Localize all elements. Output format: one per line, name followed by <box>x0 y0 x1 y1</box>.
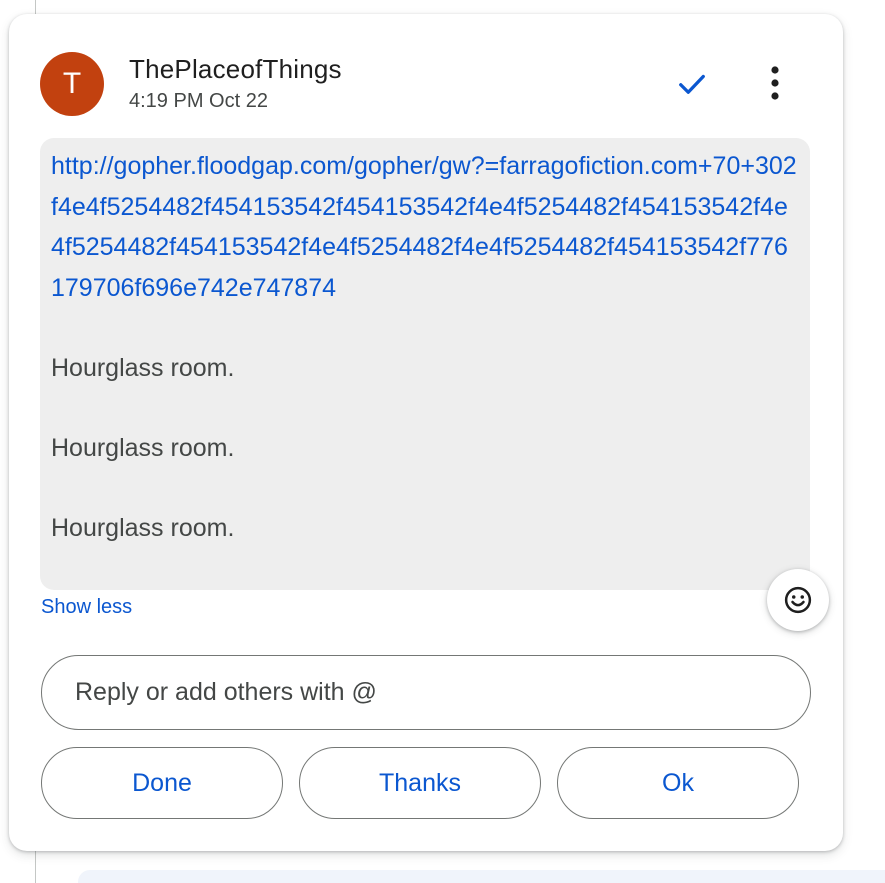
resolve-check-icon[interactable] <box>670 62 714 106</box>
show-less-link[interactable]: Show less <box>41 596 132 619</box>
message-line: Hourglass room. <box>51 434 235 462</box>
avatar-letter: T <box>62 67 82 100</box>
comment-card: T ThePlaceofThings 4:19 PM Oct 22 http:/… <box>9 14 843 851</box>
reply-input[interactable] <box>41 655 811 730</box>
more-vert-icon <box>771 66 779 100</box>
comment-timestamp: 4:19 PM Oct 22 <box>129 90 268 112</box>
smiley-icon <box>784 586 812 614</box>
add-reaction-button[interactable] <box>767 569 829 631</box>
message-line: Hourglass room. <box>51 354 235 382</box>
author-name: ThePlaceofThings <box>129 54 342 84</box>
message-line: Hourglass room. <box>51 514 235 542</box>
message-link[interactable]: http://gopher.floodgap.com/gopher/gw?=fa… <box>51 146 800 308</box>
page: T ThePlaceofThings 4:19 PM Oct 22 http:/… <box>0 0 885 883</box>
quick-reply-thanks-button[interactable]: Thanks <box>299 747 541 819</box>
message-bubble: http://gopher.floodgap.com/gopher/gw?=fa… <box>40 138 810 590</box>
quick-reply-done-button[interactable]: Done <box>41 747 283 819</box>
check-icon <box>679 74 705 94</box>
next-comment-preview <box>78 870 885 883</box>
quick-reply-ok-button[interactable]: Ok <box>557 747 799 819</box>
avatar: T <box>40 52 104 116</box>
more-options-icon[interactable] <box>753 58 797 108</box>
